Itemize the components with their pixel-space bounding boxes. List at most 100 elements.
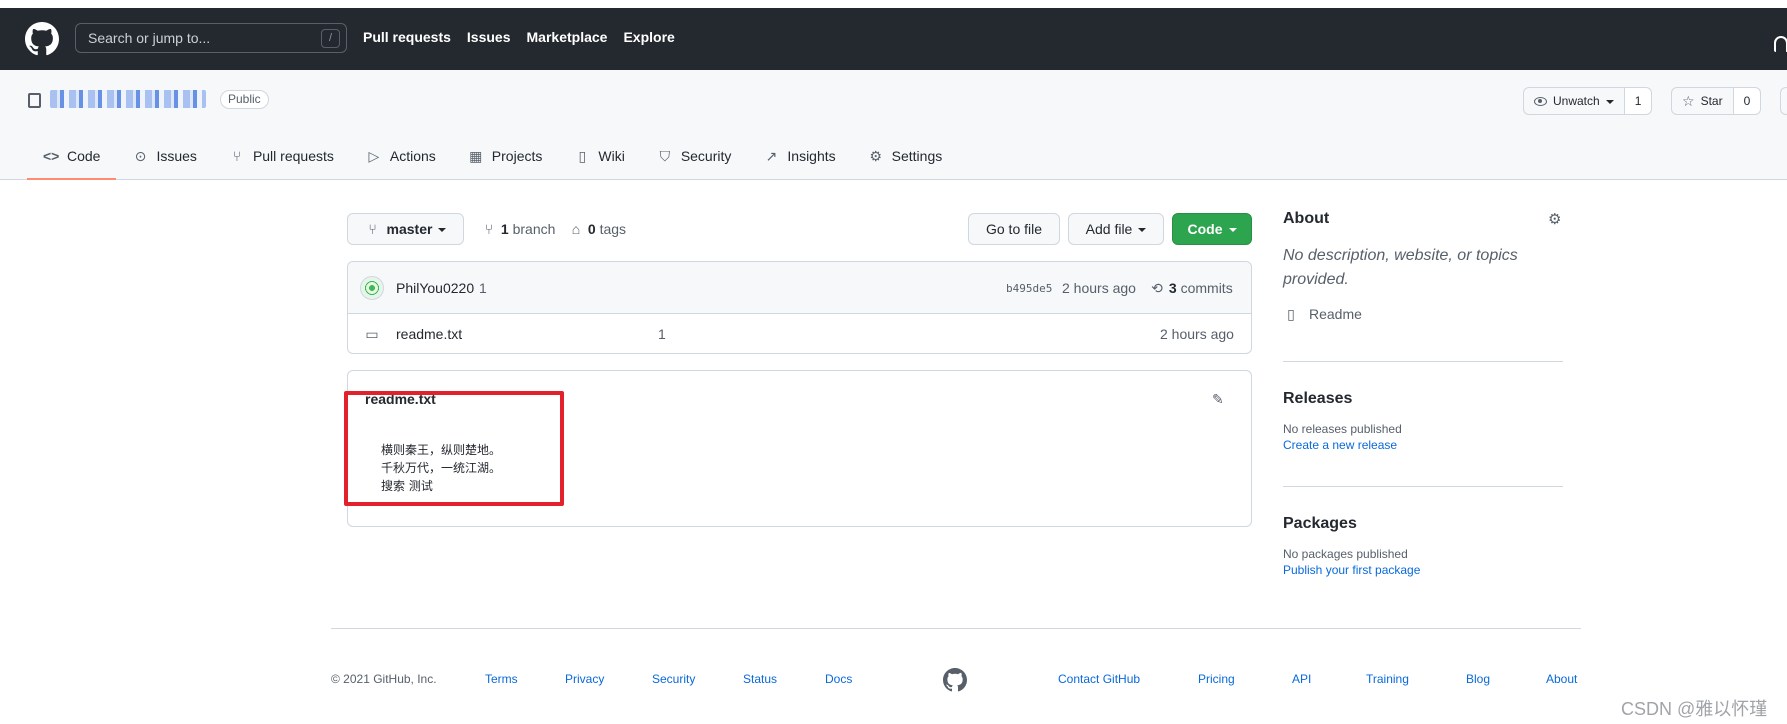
unwatch-button[interactable]: Unwatch	[1523, 87, 1625, 115]
footer-link-terms[interactable]: Terms	[485, 672, 518, 686]
create-release-link[interactable]: Create a new release	[1283, 438, 1563, 452]
file-listing: PhilYou0220 1 b495de5 2 hours ago ⟲ 3 co…	[347, 261, 1252, 354]
project-icon: ▦	[469, 148, 483, 164]
releases-section: Releases No releases published Create a …	[1283, 390, 1563, 452]
publish-package-link[interactable]: Publish your first package	[1283, 563, 1563, 577]
github-logo-icon[interactable]	[25, 22, 59, 56]
chevron-down-icon	[1605, 100, 1614, 104]
tab-issues[interactable]: ⊙ Issues	[116, 140, 212, 180]
tag-count: 0	[587, 221, 596, 237]
tab-wiki-label: Wiki	[598, 148, 625, 164]
branch-name: master	[386, 221, 433, 237]
nav-explore[interactable]: Explore	[623, 29, 674, 45]
graph-icon: ↗	[765, 148, 778, 164]
tab-projects[interactable]: ▦ Projects	[452, 140, 559, 180]
github-footer-logo-icon[interactable]	[943, 668, 967, 692]
issue-icon: ⊙	[134, 148, 147, 164]
commit-count-word: commits	[1180, 280, 1233, 296]
footer-divider	[331, 628, 1581, 629]
releases-text: No releases published	[1283, 422, 1402, 436]
go-to-file-button[interactable]: Go to file	[968, 213, 1060, 245]
file-commit-message[interactable]: 1	[658, 326, 666, 342]
edit-pencil-icon[interactable]: ✎	[1212, 391, 1226, 407]
tab-code[interactable]: <> Code	[27, 140, 117, 180]
search-input[interactable]: Search or jump to... /	[75, 23, 347, 53]
footer-link-contact[interactable]: Contact GitHub	[1058, 672, 1140, 686]
commit-time: 2 hours ago	[1062, 280, 1136, 296]
commit-sha[interactable]: b495de5	[1006, 282, 1052, 295]
watch-button-group: Unwatch 1	[1523, 87, 1653, 115]
global-header: Search or jump to... / Pull requests Iss…	[0, 8, 1787, 70]
file-time: 2 hours ago	[1160, 326, 1234, 342]
tag-icon: ⌂	[571, 221, 581, 237]
tab-actions[interactable]: ▷ Actions	[350, 140, 452, 180]
commit-author[interactable]: PhilYou0220	[396, 280, 474, 296]
tab-wiki[interactable]: ▯ Wiki	[558, 140, 640, 180]
search-placeholder: Search or jump to...	[88, 30, 211, 46]
branch-icon: ⑂	[368, 221, 377, 237]
footer-link-training[interactable]: Training	[1366, 672, 1409, 686]
gear-icon: ⚙	[869, 148, 882, 164]
history-icon: ⟲	[1151, 280, 1163, 296]
visibility-badge: Public	[220, 90, 269, 109]
chevron-down-icon	[438, 228, 447, 232]
repo-tabs: <> Code ⊙ Issues ⑂ Pull requests ▷ Actio…	[27, 140, 958, 180]
book-icon: ▯	[578, 148, 587, 164]
tab-pull-requests[interactable]: ⑂ Pull requests	[213, 140, 350, 180]
footer-link-api[interactable]: API	[1292, 672, 1311, 686]
tab-issues-label: Issues	[156, 148, 197, 164]
tab-insights-label: Insights	[787, 148, 836, 164]
nav-marketplace[interactable]: Marketplace	[527, 29, 608, 45]
pull-request-icon: ⑂	[232, 148, 242, 164]
branch-icon: ⑂	[484, 221, 494, 237]
gear-icon[interactable]: ⚙	[1548, 210, 1561, 228]
code-button[interactable]: Code	[1172, 213, 1252, 245]
packages-title[interactable]: Packages	[1283, 515, 1563, 533]
nav-pull-requests[interactable]: Pull requests	[363, 29, 451, 45]
slash-shortcut-key: /	[321, 29, 340, 48]
tab-insights[interactable]: ↗ Insights	[747, 140, 851, 180]
fork-button-partial[interactable]	[1780, 87, 1787, 115]
tab-security[interactable]: ⛉ Security	[641, 140, 748, 180]
branch-word: branch	[512, 221, 556, 237]
commit-message[interactable]: 1	[479, 280, 487, 296]
readme-link-label: Readme	[1309, 306, 1362, 322]
sidebar-divider	[1283, 361, 1563, 362]
eye-icon	[1534, 96, 1547, 106]
branches-link[interactable]: ⑂ 1 branch	[481, 221, 556, 237]
footer-copyright: © 2021 GitHub, Inc.	[331, 672, 437, 686]
sidebar-divider	[1283, 486, 1563, 487]
branch-select-button[interactable]: ⑂ master	[347, 213, 464, 245]
readme-link[interactable]: ▯ Readme	[1283, 306, 1563, 322]
notification-bell-icon[interactable]	[1774, 36, 1787, 52]
footer-link-blog[interactable]: Blog	[1466, 672, 1490, 686]
nav-issues[interactable]: Issues	[467, 29, 511, 45]
file-row: ▭ readme.txt 1 2 hours ago	[348, 314, 1251, 354]
commits-link[interactable]: ⟲ 3 commits	[1149, 280, 1233, 296]
watch-count[interactable]: 1	[1624, 87, 1653, 115]
footer-link-pricing[interactable]: Pricing	[1198, 672, 1235, 686]
footer-link-status[interactable]: Status	[743, 672, 777, 686]
csdn-watermark: CSDN @雅以怀瑾	[1621, 699, 1768, 719]
file-name[interactable]: readme.txt	[396, 326, 462, 342]
repo-icon	[28, 93, 41, 108]
footer-link-security[interactable]: Security	[652, 672, 695, 686]
releases-title[interactable]: Releases	[1283, 390, 1563, 408]
star-count[interactable]: 0	[1733, 87, 1762, 115]
star-button[interactable]: ☆ Star	[1671, 87, 1734, 115]
book-icon: ▯	[1287, 306, 1295, 322]
footer-link-about[interactable]: About	[1546, 672, 1577, 686]
code-button-label: Code	[1187, 221, 1223, 237]
packages-section: Packages No packages published Publish y…	[1283, 515, 1563, 577]
about-title: About	[1283, 210, 1330, 227]
avatar[interactable]	[360, 276, 384, 300]
tags-link[interactable]: ⌂ 0 tags	[568, 221, 626, 237]
packages-text: No packages published	[1283, 547, 1408, 561]
tab-actions-label: Actions	[389, 148, 436, 164]
repo-name-redacted[interactable]	[50, 90, 206, 108]
shield-icon: ⛉	[659, 148, 671, 164]
tab-settings[interactable]: ⚙ Settings	[852, 140, 959, 180]
footer-link-privacy[interactable]: Privacy	[565, 672, 604, 686]
footer-link-docs[interactable]: Docs	[825, 672, 852, 686]
add-file-button[interactable]: Add file	[1068, 213, 1164, 245]
